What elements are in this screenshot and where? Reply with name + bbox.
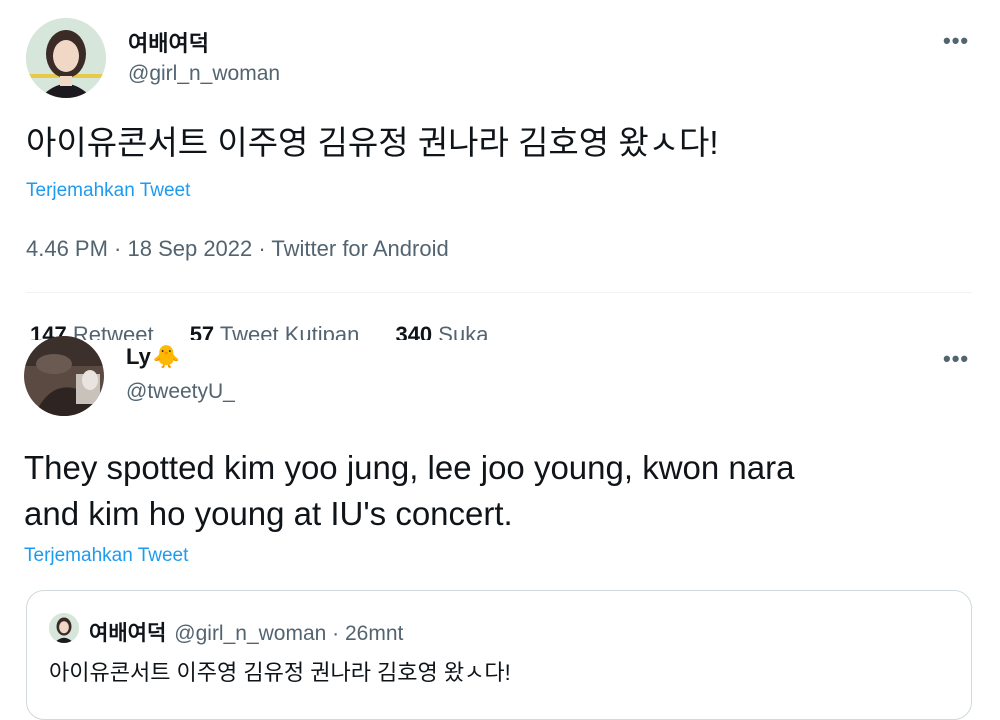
display-name[interactable]: 여배여덕 <box>128 26 209 58</box>
quoted-handle-time: @girl_n_woman · 26mnt <box>174 622 404 645</box>
divider <box>26 292 972 293</box>
chick-emoji-icon: 🐥 <box>152 344 181 369</box>
translate-tweet-link[interactable]: Terjemahkan Tweet <box>26 180 190 202</box>
avatar <box>49 613 79 643</box>
quoted-user: 여배여덕 @girl_n_woman · 26mnt <box>89 617 403 647</box>
profile-photo-icon <box>49 613 79 643</box>
original-tweet: 여배여덕 @girl_n_woman ••• 아이유콘서트 이주영 김유정 권나… <box>0 0 1000 345</box>
tweet-text-line: and kim ho young at IU's concert. <box>24 495 513 532</box>
quoted-display-name: 여배여덕 <box>89 622 167 645</box>
tweet-text-line: They spotted kim yoo jung, lee joo young… <box>24 449 795 486</box>
display-name-text: Ly <box>126 344 151 369</box>
quoted-tweet-card[interactable]: 여배여덕 @girl_n_woman · 26mnt 아이유콘서트 이주영 김유정… <box>26 590 972 720</box>
user-handle[interactable]: @tweetyU_ <box>126 380 235 404</box>
avatar[interactable] <box>24 336 104 416</box>
translate-tweet-link[interactable]: Terjemahkan Tweet <box>24 545 188 567</box>
tweet-text: 아이유콘서트 이주영 김유정 권나라 김호영 왔ㅅ다! <box>26 124 719 161</box>
more-options-icon[interactable]: ••• <box>943 28 969 54</box>
tweet-timestamp[interactable]: 4.46 PM · 18 Sep 2022 · Twitter for Andr… <box>26 236 449 262</box>
profile-photo-icon <box>24 336 104 416</box>
tweet-text: They spotted kim yoo jung, lee joo young… <box>24 445 794 537</box>
display-name[interactable]: Ly🐥 <box>126 344 180 370</box>
user-handle[interactable]: @girl_n_woman <box>128 62 280 86</box>
avatar[interactable] <box>26 18 106 98</box>
profile-photo-icon <box>26 18 106 98</box>
quoted-tweet-text: 아이유콘서트 이주영 김유정 권나라 김호영 왔ㅅ다! <box>49 660 511 685</box>
more-options-icon[interactable]: ••• <box>943 346 969 372</box>
